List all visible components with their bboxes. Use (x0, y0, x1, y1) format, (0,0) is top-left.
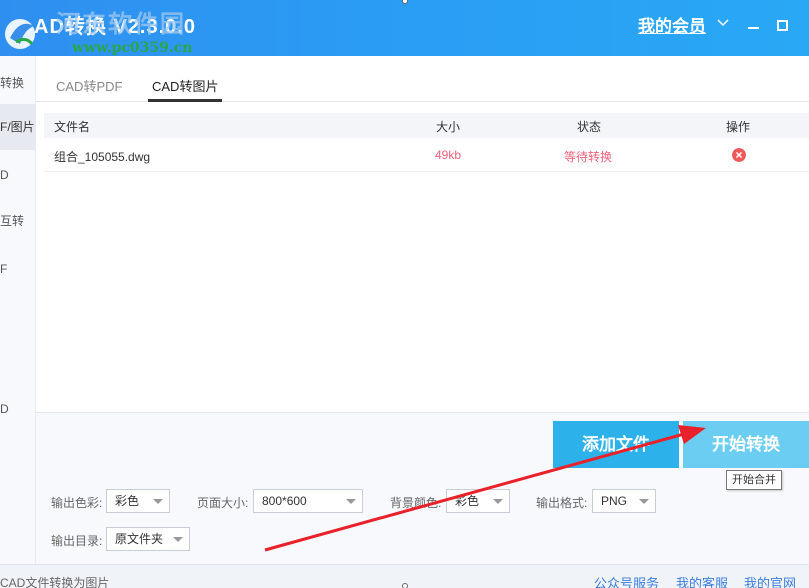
format-select[interactable]: PNG (592, 489, 656, 513)
sidebar-item-5[interactable]: F (0, 258, 36, 280)
wechat-service-link[interactable]: 公众号服务 (594, 573, 659, 588)
output-dir-value: 原文件夹 (115, 532, 164, 546)
capture-handle (402, 583, 408, 588)
page-size-label: 页面大小: (197, 496, 249, 510)
sidebar-item-3[interactable]: D (0, 164, 36, 186)
minimize-button[interactable] (748, 27, 759, 29)
color-mode-select[interactable]: 彩色 (106, 489, 170, 513)
file-status: 等待转换 (564, 150, 613, 164)
file-name: 组合_105055.dwg (54, 150, 151, 164)
dropdown-arrow-icon (173, 537, 183, 542)
sidebar: 转换 F/图片 D 互转 F D (0, 56, 36, 564)
page-size-select[interactable]: 800*600 (253, 489, 363, 513)
sidebar-item-convert[interactable]: 转换 (0, 72, 36, 94)
status-text: CAD文件转换为图片 (0, 576, 110, 588)
tab-cad-to-pdf[interactable]: CAD转PDF (56, 76, 122, 102)
format-value: PNG (601, 494, 628, 508)
dropdown-arrow-icon (346, 499, 356, 504)
format-label: 输出格式: (536, 496, 588, 510)
add-file-button[interactable]: 添加文件 (553, 421, 679, 468)
my-membership-link[interactable]: 我的会员 (638, 12, 706, 37)
sidebar-item-cad-to-image[interactable]: F/图片 (0, 104, 36, 150)
tab-cad-to-image[interactable]: CAD转图片 (148, 76, 223, 102)
file-size: 49kb (435, 148, 462, 162)
tooltip: 开始合并 (726, 470, 782, 490)
color-mode-label: 输出色彩: (51, 496, 103, 510)
dropdown-arrow-icon (639, 499, 649, 504)
output-dir-select[interactable]: 原文件夹 (106, 527, 190, 551)
chevron-down-icon[interactable] (716, 16, 730, 30)
sidebar-item-mutual-convert[interactable]: 互转 (0, 210, 36, 232)
column-header-status: 状态 (577, 120, 602, 134)
bg-color-label: 背景颜色: (390, 496, 442, 510)
table-row[interactable]: 组合_105055.dwg 49kb 等待转换 (44, 140, 809, 172)
delete-icon[interactable] (732, 148, 746, 162)
file-table-header: 文件名 大小 状态 操作 (44, 113, 809, 138)
output-dir-label: 输出目录: (51, 534, 103, 548)
official-site-link[interactable]: 我的官网 (744, 573, 796, 588)
column-header-size: 大小 (436, 120, 461, 134)
bg-color-select[interactable]: 彩色 (446, 489, 510, 513)
column-header-action: 操作 (726, 120, 751, 134)
column-header-filename: 文件名 (54, 120, 91, 134)
sidebar-item-6[interactable]: D (0, 398, 36, 420)
tab-bar: CAD转PDF CAD转图片 (36, 56, 809, 102)
watermark-site-name: 河东软件园 (56, 9, 186, 38)
dropdown-arrow-icon (493, 499, 503, 504)
color-mode-value: 彩色 (115, 494, 140, 508)
page-size-value: 800*600 (262, 494, 307, 508)
start-convert-button[interactable]: 开始转换 (683, 421, 809, 468)
customer-service-link[interactable]: 我的客服 (676, 573, 728, 588)
title-bar: AD转换 V2.3.0.0 河东软件园 www.pc0359.cn 我的会员 (0, 0, 809, 56)
maximize-button[interactable] (777, 20, 788, 31)
bg-color-value: 彩色 (455, 494, 480, 508)
dropdown-arrow-icon (153, 499, 163, 504)
watermark-url: www.pc0359.cn (72, 40, 193, 56)
